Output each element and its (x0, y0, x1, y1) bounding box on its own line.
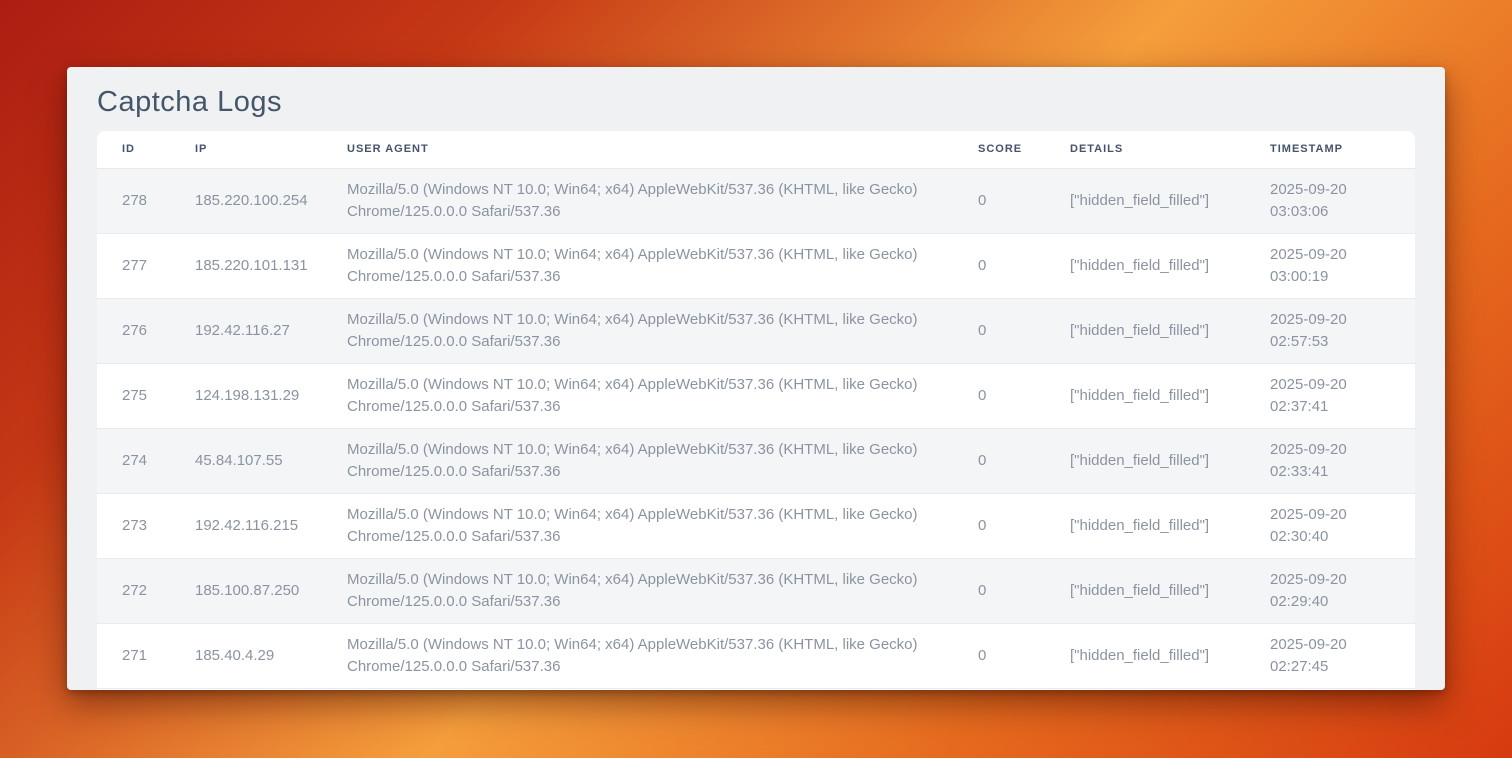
cell-score: 0 (953, 558, 1045, 623)
cell-ip: 124.198.131.29 (170, 363, 322, 428)
cell-details: ["hidden_field_filled"] (1045, 493, 1245, 558)
cell-ip: 185.220.101.131 (170, 233, 322, 298)
cell-user-agent: Mozilla/5.0 (Windows NT 10.0; Win64; x64… (322, 428, 953, 493)
cell-timestamp: 2025-09-20 03:00:19 (1245, 233, 1415, 298)
cell-ip: 185.220.100.254 (170, 168, 322, 233)
table-row: 275124.198.131.29Mozilla/5.0 (Windows NT… (97, 363, 1415, 428)
cell-ip: 185.40.4.29 (170, 623, 322, 688)
logs-table: IDIPUSER AGENTSCOREDETAILSTIMESTAMP 2781… (97, 131, 1415, 689)
cell-id: 275 (97, 363, 170, 428)
column-header-id: ID (97, 131, 170, 168)
cell-user-agent: Mozilla/5.0 (Windows NT 10.0; Win64; x64… (322, 363, 953, 428)
cell-details: ["hidden_field_filled"] (1045, 233, 1245, 298)
cell-id: 278 (97, 168, 170, 233)
table-row: 278185.220.100.254Mozilla/5.0 (Windows N… (97, 168, 1415, 233)
column-header-user-agent: USER AGENT (322, 131, 953, 168)
logs-table-container: IDIPUSER AGENTSCOREDETAILSTIMESTAMP 2781… (97, 131, 1415, 690)
cell-ip: 45.84.107.55 (170, 428, 322, 493)
table-row: 276192.42.116.27Mozilla/5.0 (Windows NT … (97, 298, 1415, 363)
cell-details: ["hidden_field_filled"] (1045, 168, 1245, 233)
cell-id: 276 (97, 298, 170, 363)
table-row: 277185.220.101.131Mozilla/5.0 (Windows N… (97, 233, 1415, 298)
cell-score: 0 (953, 298, 1045, 363)
table-row: 272185.100.87.250Mozilla/5.0 (Windows NT… (97, 558, 1415, 623)
cell-timestamp: 2025-09-20 02:33:41 (1245, 428, 1415, 493)
cell-score: 0 (953, 623, 1045, 688)
cell-id: 273 (97, 493, 170, 558)
cell-ip: 185.100.87.250 (170, 558, 322, 623)
cell-details: ["hidden_field_filled"] (1045, 558, 1245, 623)
cell-user-agent: Mozilla/5.0 (Windows NT 10.0; Win64; x64… (322, 493, 953, 558)
cell-timestamp: 2025-09-20 03:03:06 (1245, 168, 1415, 233)
column-header-details: DETAILS (1045, 131, 1245, 168)
cell-timestamp: 2025-09-20 02:30:40 (1245, 493, 1415, 558)
cell-ip: 192.42.116.27 (170, 298, 322, 363)
cell-details: ["hidden_field_filled"] (1045, 298, 1245, 363)
cell-score: 0 (953, 363, 1045, 428)
cell-timestamp: 2025-09-20 02:27:45 (1245, 623, 1415, 688)
cell-user-agent: Mozilla/5.0 (Windows NT 10.0; Win64; x64… (322, 298, 953, 363)
column-header-score: SCORE (953, 131, 1045, 168)
page-title: Captcha Logs (97, 85, 1415, 120)
captcha-logs-card: Captcha Logs IDIPUSER AGENTSCOREDETAILST… (67, 67, 1445, 690)
cell-id: 274 (97, 428, 170, 493)
cell-score: 0 (953, 428, 1045, 493)
cell-id: 271 (97, 623, 170, 688)
table-row: 27445.84.107.55Mozilla/5.0 (Windows NT 1… (97, 428, 1415, 493)
cell-score: 0 (953, 493, 1045, 558)
cell-id: 272 (97, 558, 170, 623)
table-row: 273192.42.116.215Mozilla/5.0 (Windows NT… (97, 493, 1415, 558)
cell-timestamp: 2025-09-20 02:37:41 (1245, 363, 1415, 428)
cell-timestamp: 2025-09-20 02:57:53 (1245, 298, 1415, 363)
table-row: 271185.40.4.29Mozilla/5.0 (Windows NT 10… (97, 623, 1415, 688)
cell-score: 0 (953, 168, 1045, 233)
cell-ip: 192.42.116.215 (170, 493, 322, 558)
cell-user-agent: Mozilla/5.0 (Windows NT 10.0; Win64; x64… (322, 623, 953, 688)
cell-score: 0 (953, 233, 1045, 298)
cell-details: ["hidden_field_filled"] (1045, 428, 1245, 493)
cell-details: ["hidden_field_filled"] (1045, 623, 1245, 688)
cell-details: ["hidden_field_filled"] (1045, 363, 1245, 428)
column-header-timestamp: TIMESTAMP (1245, 131, 1415, 168)
cell-user-agent: Mozilla/5.0 (Windows NT 10.0; Win64; x64… (322, 168, 953, 233)
cell-user-agent: Mozilla/5.0 (Windows NT 10.0; Win64; x64… (322, 233, 953, 298)
cell-user-agent: Mozilla/5.0 (Windows NT 10.0; Win64; x64… (322, 558, 953, 623)
column-header-ip: IP (170, 131, 322, 168)
cell-timestamp: 2025-09-20 02:29:40 (1245, 558, 1415, 623)
table-header-row: IDIPUSER AGENTSCOREDETAILSTIMESTAMP (97, 131, 1415, 168)
cell-id: 277 (97, 233, 170, 298)
